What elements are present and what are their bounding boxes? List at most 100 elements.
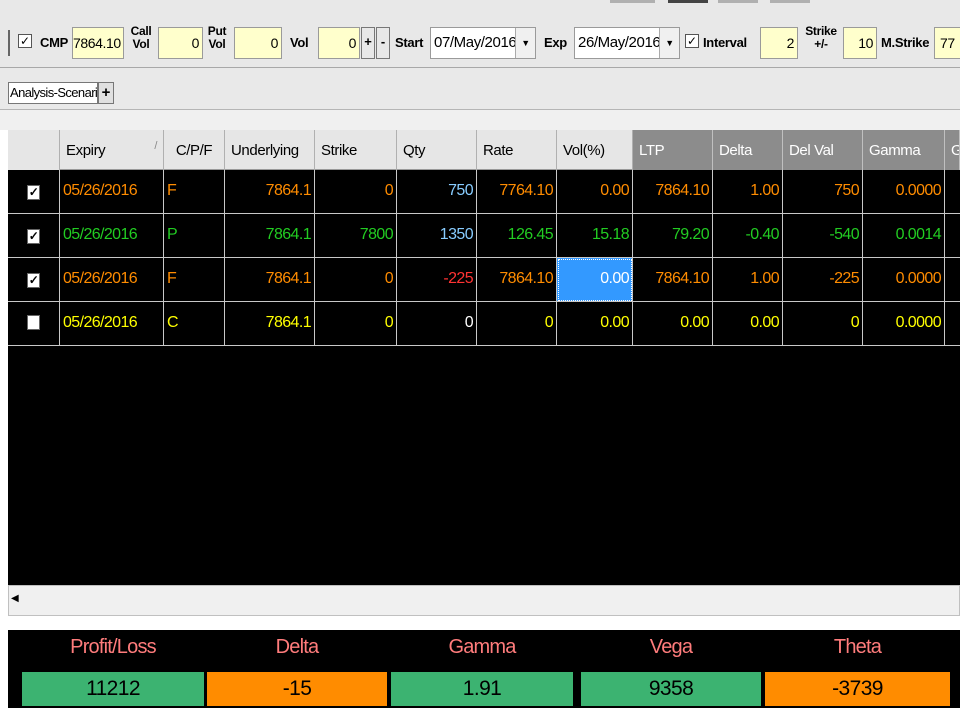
cell-strike[interactable]: 0 <box>315 170 397 214</box>
cell-rate[interactable]: 0 <box>477 302 557 346</box>
row-checkbox[interactable]: ✓ <box>27 185 40 200</box>
column-header-delta[interactable]: Delta <box>713 130 783 170</box>
column-header-g[interactable]: G <box>945 130 960 170</box>
cell-qty[interactable]: 750 <box>397 170 477 214</box>
cell-strike[interactable]: 0 <box>315 302 397 346</box>
cell-gamma[interactable]: 0.0000 <box>863 302 945 346</box>
cell-underlying[interactable]: 7864.1 <box>225 170 315 214</box>
mstrike-input[interactable]: 77 <box>934 27 960 59</box>
interval-input[interactable]: 2 <box>760 27 798 59</box>
chevron-down-icon[interactable]: ▼ <box>515 28 535 58</box>
cell-qty[interactable]: 1350 <box>397 214 477 258</box>
cell-vol[interactable]: 0.00 <box>557 170 633 214</box>
cell-expiry[interactable]: 05/26/2016 <box>60 258 164 302</box>
cell-qty[interactable]: 0 <box>397 302 477 346</box>
cell-delta[interactable]: 0.00 <box>713 302 783 346</box>
cell-delval[interactable]: -540 <box>783 214 863 258</box>
cell-ltp[interactable]: 79.20 <box>633 214 713 258</box>
cell-underlying[interactable]: 7864.1 <box>225 214 315 258</box>
vol-plus-button[interactable]: + <box>361 27 375 59</box>
cell-cpf[interactable]: F <box>164 170 225 214</box>
cell-cpf[interactable]: F <box>164 258 225 302</box>
column-header-ltp[interactable]: LTP <box>633 130 713 170</box>
cell-delval[interactable]: -225 <box>783 258 863 302</box>
summary-label: Gamma <box>448 636 516 658</box>
cell-strike[interactable]: 7800 <box>315 214 397 258</box>
expiry-date-value: 26/May/2016 <box>578 34 661 51</box>
cell-gamma[interactable]: 0.0014 <box>863 214 945 258</box>
column-header-expiry[interactable]: Expiry / <box>60 130 164 170</box>
cell-ltp[interactable]: 0.00 <box>633 302 713 346</box>
column-header-cpf[interactable]: C/P/F <box>164 130 225 170</box>
table-row[interactable]: ✓ 05/26/2016 P 7864.1 7800 1350 126.45 15.18 79.… <box>8 214 960 258</box>
column-header-vol[interactable]: Vol(%) <box>557 130 633 170</box>
sort-indicator-icon: / <box>154 140 157 152</box>
cell-strike[interactable]: 0 <box>315 258 397 302</box>
cell-delval[interactable]: 750 <box>783 170 863 214</box>
column-header-rate[interactable]: Rate <box>477 130 557 170</box>
cell-cpf[interactable]: P <box>164 214 225 258</box>
cell-vol[interactable]: 15.18 <box>557 214 633 258</box>
column-header-delval[interactable]: Del Val <box>783 130 863 170</box>
summary-vega: Vega 9358 <box>581 630 761 708</box>
cell-gamma[interactable]: 0.0000 <box>863 258 945 302</box>
cell-expiry[interactable]: 05/26/2016 <box>60 302 164 346</box>
cell-gamma[interactable]: 0.0000 <box>863 170 945 214</box>
cmp-checkbox[interactable]: ✓ <box>18 34 32 48</box>
cell-delval[interactable]: 0 <box>783 302 863 346</box>
cell-overflow <box>945 170 960 214</box>
add-tab-button[interactable]: + <box>98 82 114 104</box>
row-select-cell: ✓ <box>8 214 60 258</box>
row-checkbox[interactable]: ✓ <box>27 229 40 244</box>
table-row[interactable]: ✓ 05/26/2016 F 7864.1 0 -225 7864.10 0.00 7864.1… <box>8 258 960 302</box>
scroll-left-icon[interactable]: ◀ <box>11 593 19 604</box>
put-vol-input[interactable]: 0 <box>234 27 282 59</box>
cmp-input[interactable]: 7864.10 <box>72 27 124 59</box>
tab-analysis-scenario[interactable]: Analysis-Scenario <box>8 82 98 104</box>
column-header-label: Underlying <box>231 142 299 159</box>
grid-top-gap <box>0 110 960 130</box>
cell-underlying[interactable]: 7864.1 <box>225 258 315 302</box>
table-row[interactable]: 05/26/2016 C 7864.1 0 0 0 0.00 0.00 0.00 0 0.0000 <box>8 302 960 346</box>
strike-range-input[interactable]: 10 <box>843 27 877 59</box>
exp-label: Exp <box>544 35 567 50</box>
cell-vol[interactable]: 0.00 <box>557 302 633 346</box>
chevron-down-icon[interactable]: ▼ <box>659 28 679 58</box>
grid-header: Expiry / C/P/F Underlying Strike Qty Rate Vol(%… <box>8 130 960 170</box>
cell-rate[interactable]: 7864.10 <box>477 258 557 302</box>
horizontal-scrollbar[interactable]: ◀ <box>8 585 960 616</box>
column-header-qty[interactable]: Qty <box>397 130 477 170</box>
column-header-label: C/P/F <box>175 142 213 159</box>
cell-ltp[interactable]: 7864.10 <box>633 170 713 214</box>
row-checkbox[interactable]: ✓ <box>27 273 40 288</box>
vol-minus-button[interactable]: - <box>376 27 390 59</box>
summary-label: Vega <box>649 636 693 658</box>
cell-cpf[interactable]: C <box>164 302 225 346</box>
column-header-underlying[interactable]: Underlying <box>225 130 315 170</box>
cell-qty[interactable]: -225 <box>397 258 477 302</box>
cell-delta[interactable]: 1.00 <box>713 170 783 214</box>
cell-delta[interactable]: 1.00 <box>713 258 783 302</box>
column-header-gamma[interactable]: Gamma <box>863 130 945 170</box>
cell-rate[interactable]: 126.45 <box>477 214 557 258</box>
cell-underlying[interactable]: 7864.1 <box>225 302 315 346</box>
cell-delta[interactable]: -0.40 <box>713 214 783 258</box>
column-header-label: Strike <box>321 142 357 159</box>
expiry-date-dropdown[interactable]: 26/May/2016 ▼ <box>574 27 680 59</box>
cell-expiry[interactable]: 05/26/2016 <box>60 214 164 258</box>
start-date-value: 07/May/2016 <box>434 34 517 51</box>
row-checkbox[interactable] <box>27 315 40 330</box>
cell-vol[interactable]: 0.00 <box>557 258 633 302</box>
summary-profit-loss: Profit/Loss 11212 <box>22 630 204 708</box>
vol-input[interactable]: 0 <box>318 27 360 59</box>
cell-ltp[interactable]: 7864.10 <box>633 258 713 302</box>
start-date-dropdown[interactable]: 07/May/2016 ▼ <box>430 27 536 59</box>
interval-checkbox[interactable]: ✓ <box>685 34 699 48</box>
cell-expiry[interactable]: 05/26/2016 <box>60 170 164 214</box>
column-header-select[interactable] <box>8 130 60 170</box>
column-header-strike[interactable]: Strike <box>315 130 397 170</box>
cell-rate[interactable]: 7764.10 <box>477 170 557 214</box>
table-row[interactable]: ✓ 05/26/2016 F 7864.1 0 750 7764.10 0.00 7864.10… <box>8 170 960 214</box>
call-vol-input[interactable]: 0 <box>158 27 203 59</box>
interval-label: Interval <box>703 35 747 50</box>
